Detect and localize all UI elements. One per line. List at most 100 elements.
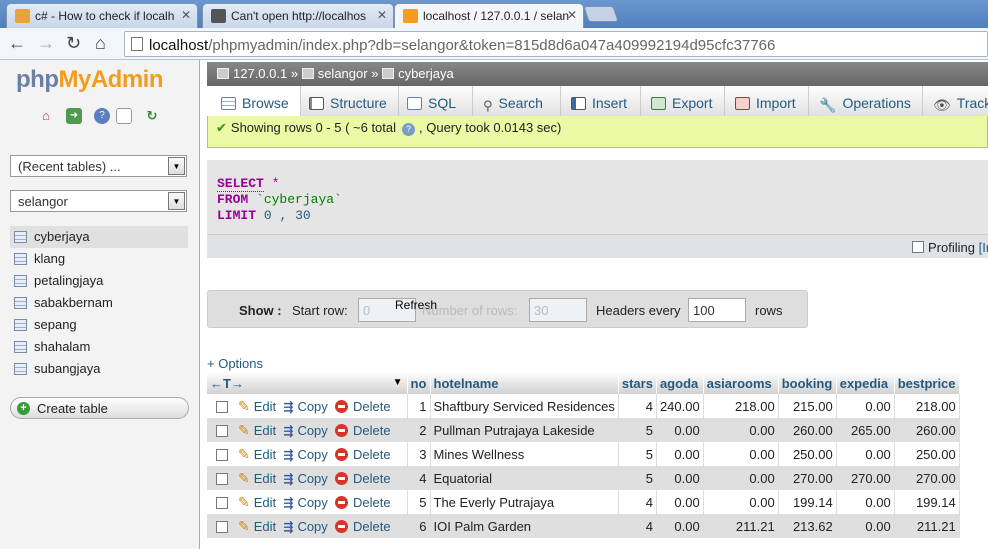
cell-asiarooms[interactable]: 0.00: [703, 442, 779, 466]
cell-expedia[interactable]: 0.00: [836, 490, 895, 514]
cell-asiarooms[interactable]: 218.00: [703, 394, 779, 418]
tab-operations[interactable]: 🔧 Operations: [809, 86, 923, 120]
delete-icon[interactable]: [335, 447, 349, 461]
pencil-icon[interactable]: ✎: [238, 422, 250, 438]
cell-expedia[interactable]: 0.00: [836, 442, 895, 466]
cell-no[interactable]: 6: [407, 514, 431, 538]
table-icon[interactable]: [14, 253, 27, 265]
table-icon[interactable]: [14, 363, 27, 375]
cell-booking[interactable]: 215.00: [778, 394, 837, 418]
forward-arrow-icon[interactable]: →: [37, 33, 55, 53]
sql-select-keyword[interactable]: SELECT: [217, 176, 264, 192]
table-item-petalingjaya[interactable]: petalingjaya: [10, 270, 188, 292]
cell-bestprice[interactable]: 218.00: [894, 394, 960, 418]
cell-booking[interactable]: 213.62: [778, 514, 837, 538]
cell-hotelname[interactable]: Equatorial: [430, 466, 619, 490]
copy-link[interactable]: Copy: [297, 495, 327, 510]
copy-icon[interactable]: ⇶: [283, 496, 293, 510]
browser-tab-2[interactable]: Can't open http://localhos ✕: [202, 3, 394, 28]
row-checkbox[interactable]: [216, 448, 228, 461]
table-item-klang[interactable]: klang: [10, 248, 188, 270]
pencil-icon[interactable]: ✎: [238, 518, 250, 534]
column-header-booking[interactable]: booking: [778, 372, 837, 394]
recent-tables-select[interactable]: (Recent tables) ... ▼: [10, 155, 187, 177]
copy-icon[interactable]: ⇶: [283, 448, 293, 462]
cell-booking[interactable]: 260.00: [778, 418, 837, 442]
tab-structure[interactable]: Structure: [301, 86, 399, 120]
table-item-subangjaya[interactable]: subangjaya: [10, 358, 188, 380]
close-icon[interactable]: ✕: [181, 8, 191, 22]
documentation-icon[interactable]: [116, 108, 132, 124]
cell-expedia[interactable]: 265.00: [836, 418, 895, 442]
tab-import[interactable]: Import: [725, 86, 809, 120]
help-icon[interactable]: ?: [402, 123, 416, 136]
column-arrows-header[interactable]: ←T→ ▼: [207, 372, 408, 394]
delete-icon[interactable]: [335, 399, 349, 413]
cell-agoda[interactable]: 0.00: [656, 490, 704, 514]
delete-link[interactable]: Delete: [353, 471, 391, 486]
home-icon[interactable]: ⌂: [95, 33, 106, 53]
table-item-cyberjaya[interactable]: cyberjaya: [10, 226, 188, 248]
number-of-rows-input[interactable]: 30: [529, 298, 587, 322]
breadcrumb-database[interactable]: selangor: [318, 66, 368, 81]
cell-stars[interactable]: 4: [618, 514, 657, 538]
pencil-icon[interactable]: ✎: [238, 398, 250, 414]
back-arrow-icon[interactable]: ←: [8, 33, 26, 53]
cell-stars[interactable]: 5: [618, 466, 657, 490]
cell-bestprice[interactable]: 260.00: [894, 418, 960, 442]
copy-icon[interactable]: ⇶: [283, 424, 293, 438]
new-tab-button[interactable]: [583, 6, 619, 22]
cell-stars[interactable]: 5: [618, 418, 657, 442]
cell-agoda[interactable]: 0.00: [656, 514, 704, 538]
table-item-sepang[interactable]: sepang: [10, 314, 188, 336]
edit-link[interactable]: Edit: [254, 399, 276, 414]
cell-bestprice[interactable]: 250.00: [894, 442, 960, 466]
copy-icon[interactable]: ⇶: [283, 400, 293, 414]
breadcrumb-server[interactable]: 127.0.0.1: [233, 66, 287, 81]
delete-icon[interactable]: [335, 519, 349, 533]
profiling-checkbox[interactable]: [912, 241, 924, 253]
tab-sql[interactable]: SQL: [399, 86, 473, 120]
reload-navigation-icon[interactable]: ↻: [144, 108, 160, 124]
cell-hotelname[interactable]: Pullman Putrajaya Lakeside: [430, 418, 619, 442]
delete-link[interactable]: Delete: [353, 399, 391, 414]
delete-icon[interactable]: [335, 471, 349, 485]
cell-bestprice[interactable]: 199.14: [894, 490, 960, 514]
copy-link[interactable]: Copy: [297, 471, 327, 486]
delete-link[interactable]: Delete: [353, 423, 391, 438]
table-icon[interactable]: [14, 231, 27, 243]
cell-stars[interactable]: 5: [618, 442, 657, 466]
cell-bestprice[interactable]: 211.21: [894, 514, 960, 538]
cell-no[interactable]: 5: [407, 490, 431, 514]
database-select[interactable]: selangor ▼: [10, 190, 187, 212]
pencil-icon[interactable]: ✎: [238, 446, 250, 462]
cell-expedia[interactable]: 270.00: [836, 466, 895, 490]
home-icon[interactable]: ⌂: [38, 108, 54, 124]
phpmyadmin-logo[interactable]: phpMyAdmin: [16, 66, 163, 94]
row-checkbox[interactable]: [216, 472, 228, 485]
cell-asiarooms[interactable]: 0.00: [703, 490, 779, 514]
column-header-no[interactable]: no: [407, 372, 431, 394]
close-icon[interactable]: ✕: [377, 8, 387, 22]
cell-agoda[interactable]: 240.00: [656, 394, 704, 418]
table-icon[interactable]: [14, 319, 27, 331]
options-link[interactable]: + Options: [207, 356, 263, 371]
cell-no[interactable]: 2: [407, 418, 431, 442]
copy-icon[interactable]: ⇶: [283, 472, 293, 486]
tab-insert[interactable]: Insert: [561, 86, 641, 120]
cell-expedia[interactable]: 0.00: [836, 514, 895, 538]
browser-tab-1[interactable]: c# - How to check if localh ✕: [6, 3, 198, 28]
sort-caret-icon[interactable]: ▼: [393, 377, 403, 388]
cell-expedia[interactable]: 0.00: [836, 394, 895, 418]
logout-icon[interactable]: ➜: [66, 108, 82, 124]
row-checkbox[interactable]: [216, 400, 228, 413]
cell-booking[interactable]: 250.00: [778, 442, 837, 466]
browser-tab-3[interactable]: localhost / 127.0.0.1 / selan ✕: [394, 3, 584, 29]
close-icon[interactable]: ✕: [567, 8, 577, 22]
cell-asiarooms[interactable]: 0.00: [703, 418, 779, 442]
column-header-bestprice[interactable]: bestprice: [894, 372, 960, 394]
sql-query-box[interactable]: SELECT * FROM `cyberjaya` LIMIT 0 , 30: [207, 160, 988, 234]
inline-edit-link[interactable]: [In: [979, 240, 988, 255]
create-table-button[interactable]: + Create table: [10, 397, 189, 419]
cell-stars[interactable]: 4: [618, 490, 657, 514]
